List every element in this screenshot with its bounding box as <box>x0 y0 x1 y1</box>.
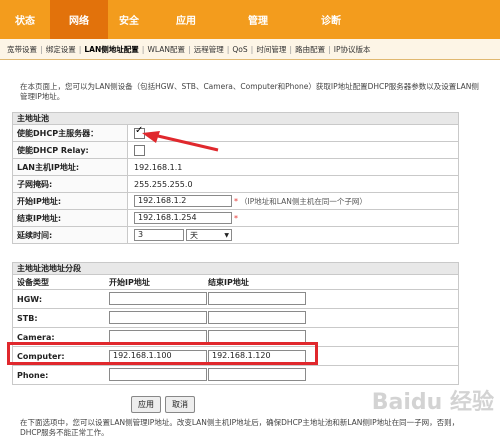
segment-header: 设备类型 开始IP地址 结束IP地址 <box>12 275 459 290</box>
device-type: Camera: <box>17 332 55 342</box>
computer-highlight-box <box>7 342 318 365</box>
arrow-head <box>142 131 160 143</box>
required-mark: * <box>234 213 238 223</box>
start-ip-input[interactable]: 192.168.1.2 <box>134 195 232 207</box>
lease-input[interactable]: 3 <box>134 229 184 241</box>
lan-ip-label: LAN主机IP地址: <box>13 159 128 175</box>
stb-start-input[interactable] <box>109 310 207 324</box>
lan-ip-value: 192.168.1.1 <box>134 162 183 172</box>
subnav-wlan[interactable]: WLAN配置 <box>144 44 188 55</box>
start-ip-label: 开始IP地址: <box>13 193 128 209</box>
footnote: 在下面选项中，您可以设置LAN侧管理IP地址。改变LAN侧主机IP地址后，确保D… <box>20 418 460 437</box>
tab-diagnostics[interactable]: 诊断 <box>294 0 368 39</box>
segment-row-phone: Phone: <box>12 366 459 385</box>
col-end: 结束IP地址 <box>208 277 249 287</box>
stb-end-input[interactable] <box>208 310 306 324</box>
lan-ip-row: LAN主机IP地址: 192.168.1.1 <box>12 159 459 176</box>
sub-nav: 宽带设置 | 绑定设置 | LAN侧地址配置 | WLAN配置 | 远程管理 | QoS |… <box>0 39 500 60</box>
hgw-end-input[interactable] <box>208 291 306 305</box>
end-ip-input[interactable]: 192.168.1.254 <box>134 212 232 224</box>
tab-security[interactable]: 安全 <box>108 0 150 39</box>
mask-value: 255.255.255.0 <box>134 179 193 189</box>
device-type: HGW: <box>17 294 43 304</box>
enable-dhcp-row: 使能DHCP主服务器： <box>12 125 459 142</box>
required-mark: * <box>234 196 238 206</box>
segment-title: 主地址池地址分段 <box>12 262 459 275</box>
start-ip-row: 开始IP地址: 192.168.1.2 * （IP地址和LAN侧主机在同一个子网… <box>12 193 459 210</box>
lease-row: 延续时间: 3 天 ▼ <box>12 227 459 244</box>
subnav-ip-version[interactable]: IP协议版本 <box>331 44 374 55</box>
watermark-logo: Baidu 经验 <box>371 390 494 415</box>
camera-start-input[interactable] <box>109 329 207 343</box>
apply-button[interactable]: 应用 <box>131 396 161 413</box>
subnav-binding[interactable]: 绑定设置 <box>43 44 79 55</box>
end-ip-row: 结束IP地址: 192.168.1.254 * <box>12 210 459 227</box>
end-ip-label: 结束IP地址: <box>13 210 128 226</box>
segment-row-hgw: HGW: <box>12 290 459 309</box>
lease-label: 延续时间: <box>13 227 128 243</box>
host-pool-title: 主地址池 <box>12 112 459 125</box>
tab-management[interactable]: 管理 <box>222 0 294 39</box>
arrow-shaft <box>157 134 219 152</box>
page-description: 在本页面上，您可以为LAN侧设备（包括HGW、STB、Camera、Comput… <box>20 82 479 101</box>
lease-unit-select[interactable]: 天 ▼ <box>186 229 232 241</box>
device-type: Phone: <box>17 370 49 380</box>
hgw-start-input[interactable] <box>109 291 207 305</box>
subnav-remote[interactable]: 远程管理 <box>191 44 227 55</box>
tab-status[interactable]: 状态 <box>0 0 50 39</box>
tab-extra[interactable] <box>368 0 440 39</box>
cancel-button[interactable]: 取消 <box>165 396 195 413</box>
tab-network[interactable]: 网络 <box>50 0 108 39</box>
mask-row: 子网掩码: 255.255.255.0 <box>12 176 459 193</box>
subnav-route[interactable]: 路由配置 <box>292 44 328 55</box>
col-start: 开始IP地址 <box>109 277 150 287</box>
top-nav: 状态 网络 安全 应用 管理 诊断 <box>0 0 500 39</box>
subnav-broadband[interactable]: 宽带设置 <box>4 44 40 55</box>
enable-dhcp-label: 使能DHCP主服务器： <box>13 125 128 141</box>
phone-end-input[interactable] <box>208 367 306 381</box>
device-type: STB: <box>17 313 38 323</box>
tab-application[interactable]: 应用 <box>150 0 222 39</box>
subnav-lan-config[interactable]: LAN侧地址配置 <box>81 44 141 55</box>
lease-unit-value: 天 <box>190 230 198 240</box>
mask-label: 子网掩码: <box>13 176 128 192</box>
segment-row-stb: STB: <box>12 309 459 328</box>
col-type: 设备类型 <box>17 277 49 287</box>
phone-start-input[interactable] <box>109 367 207 381</box>
start-ip-hint: （IP地址和LAN侧主机在同一个子网） <box>240 196 367 206</box>
subnav-time[interactable]: 时间管理 <box>253 44 289 55</box>
camera-end-input[interactable] <box>208 329 306 343</box>
subnav-qos[interactable]: QoS <box>229 45 250 54</box>
action-buttons: 应用 取消 <box>131 396 195 413</box>
enable-relay-label: 使能DHCP Relay: <box>13 142 128 158</box>
arrow-annotation-icon <box>142 131 219 152</box>
enable-relay-row: 使能DHCP Relay: <box>12 142 459 159</box>
chevron-down-icon: ▼ <box>224 231 229 239</box>
